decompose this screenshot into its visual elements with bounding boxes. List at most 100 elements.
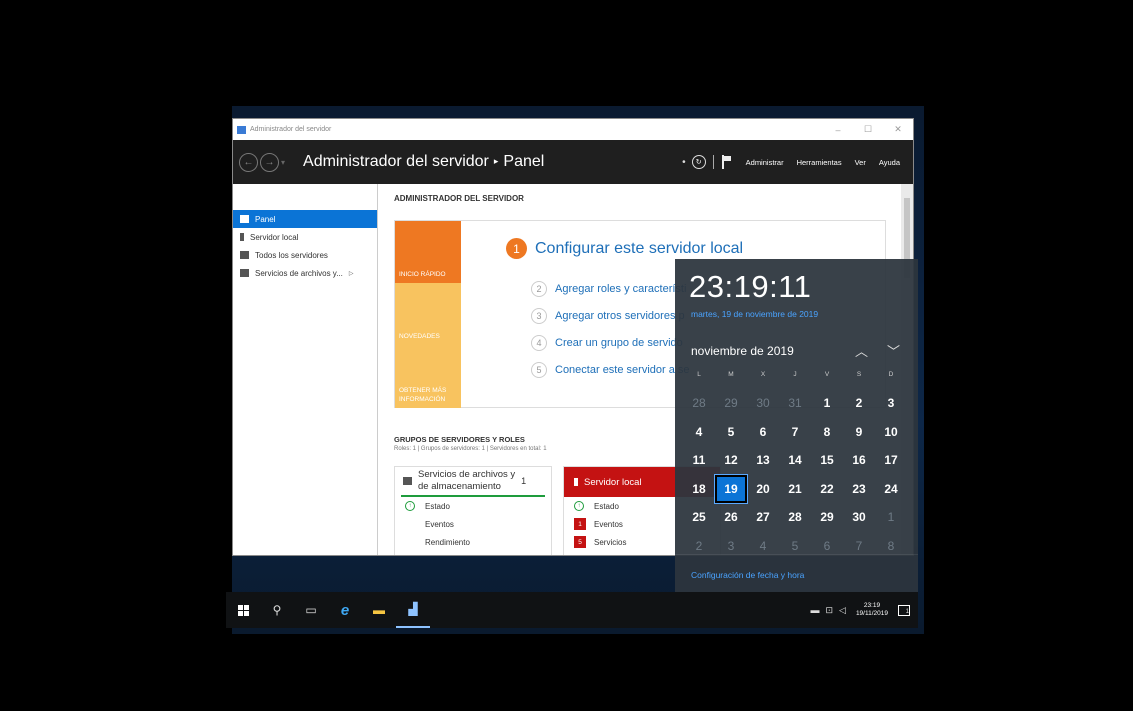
calendar-day[interactable]: 3 bbox=[715, 532, 747, 560]
calendar-day[interactable]: 2 bbox=[683, 532, 715, 560]
action-center-icon[interactable]: 1 bbox=[898, 604, 910, 616]
calendar-month-label[interactable]: noviembre de 2019 bbox=[691, 344, 794, 358]
flyout-long-date[interactable]: martes, 19 de noviembre de 2019 bbox=[691, 309, 818, 319]
calendar-day[interactable]: 29 bbox=[715, 389, 747, 417]
calendar-day[interactable]: 6 bbox=[747, 418, 779, 446]
calendar-day[interactable]: 11 bbox=[683, 446, 715, 474]
file-explorer-button[interactable]: ▬ bbox=[362, 592, 396, 628]
forward-button[interactable]: → bbox=[260, 152, 279, 172]
step-add-servers[interactable]: 3 Agregar otros servidores p bbox=[531, 308, 685, 324]
calendar-day[interactable]: 8 bbox=[875, 532, 907, 560]
tab-quick-start[interactable]: INICIO RÁPIDO bbox=[395, 221, 461, 283]
calendar-day[interactable]: 19 bbox=[714, 473, 748, 504]
sidebar-item-panel[interactable]: Panel bbox=[233, 210, 377, 228]
internet-explorer-button[interactable]: e bbox=[328, 592, 362, 628]
calendar-day[interactable]: 5 bbox=[779, 532, 811, 560]
sidebar: Panel Servidor local Todos los servidore… bbox=[233, 184, 378, 555]
start-button[interactable] bbox=[226, 592, 260, 628]
calendar-day[interactable]: 21 bbox=[779, 475, 811, 503]
network-icon[interactable]: ⊡ bbox=[825, 605, 833, 616]
sidebar-item-all-servers[interactable]: Todos los servidores bbox=[233, 246, 377, 264]
weekday-label: J bbox=[793, 371, 797, 378]
calendar-day[interactable]: 24 bbox=[875, 475, 907, 503]
calendar-day[interactable]: 22 bbox=[811, 475, 843, 503]
card-row-events[interactable]: Eventos bbox=[395, 515, 551, 533]
next-month-button[interactable]: ﹀ bbox=[887, 341, 900, 360]
minimize-button[interactable]: – bbox=[823, 125, 853, 135]
sidebar-item-local-server[interactable]: Servidor local bbox=[233, 228, 377, 246]
calendar-day[interactable]: 7 bbox=[779, 418, 811, 446]
calendar-day[interactable]: 10 bbox=[875, 418, 907, 446]
calendar-day[interactable]: 29 bbox=[811, 503, 843, 531]
calendar-day[interactable]: 6 bbox=[811, 532, 843, 560]
menu-ayuda[interactable]: Ayuda bbox=[879, 158, 900, 167]
step-number: 2 bbox=[531, 281, 547, 297]
refresh-button[interactable]: ↻ bbox=[691, 155, 706, 169]
calendar-day[interactable]: 30 bbox=[843, 503, 875, 531]
task-view-button[interactable]: ▭ bbox=[294, 592, 328, 628]
calendar-day[interactable]: 18 bbox=[683, 475, 715, 503]
breadcrumb-root[interactable]: Administrador del servidor bbox=[303, 153, 489, 170]
calendar-day[interactable]: 17 bbox=[875, 446, 907, 474]
row-label: Estado bbox=[594, 501, 619, 511]
calendar-day[interactable]: 4 bbox=[747, 532, 779, 560]
calendar-day[interactable]: 31 bbox=[779, 389, 811, 417]
back-button[interactable]: ← bbox=[239, 152, 258, 172]
dot-icon: • bbox=[682, 156, 686, 168]
app-icon bbox=[237, 125, 246, 134]
calendar-day[interactable]: 1 bbox=[875, 503, 907, 531]
calendar-day[interactable]: 4 bbox=[683, 418, 715, 446]
calendar-day[interactable]: 16 bbox=[843, 446, 875, 474]
notifications-flag-icon[interactable] bbox=[721, 155, 732, 169]
calendar-day[interactable]: 9 bbox=[843, 418, 875, 446]
tab-learn-more[interactable]: OBTENER MÁS INFORMACIÓN bbox=[395, 345, 461, 408]
calendar-day[interactable]: 8 bbox=[811, 418, 843, 446]
calendar-day[interactable]: 2 bbox=[843, 389, 875, 417]
breadcrumb: Administrador del servidor ▸ Panel bbox=[303, 153, 682, 171]
step-connect-cloud[interactable]: 5 Conectar este servidor a se bbox=[531, 362, 690, 378]
close-button[interactable]: ✕ bbox=[883, 124, 913, 135]
keyboard-icon[interactable]: ▬ bbox=[810, 605, 819, 615]
calendar-day[interactable]: 27 bbox=[747, 503, 779, 531]
role-card-file-services[interactable]: Servicios de archivos y de almacenamient… bbox=[394, 466, 552, 555]
card-title-line1: Servicios de archivos y bbox=[418, 468, 516, 480]
task-view-icon: ▭ bbox=[305, 603, 317, 617]
calendar-day[interactable]: 28 bbox=[683, 389, 715, 417]
tray-clock[interactable]: 23:19 19/11/2019 bbox=[856, 602, 888, 619]
menu-ver[interactable]: Ver bbox=[855, 158, 866, 167]
configure-local-server-link[interactable]: 1 Configurar este servidor local bbox=[506, 238, 743, 259]
calendar-day[interactable]: 28 bbox=[779, 503, 811, 531]
date-time-settings-link[interactable]: Configuración de fecha y hora bbox=[691, 570, 804, 580]
calendar-day[interactable]: 14 bbox=[779, 446, 811, 474]
calendar-day[interactable]: 1 bbox=[811, 389, 843, 417]
history-dropdown-icon[interactable]: ▾ bbox=[281, 158, 285, 167]
calendar-day[interactable]: 5 bbox=[715, 418, 747, 446]
calendar-day[interactable]: 7 bbox=[843, 532, 875, 560]
card-row-status[interactable]: ↑ Estado bbox=[395, 497, 551, 515]
sidebar-item-label: Servicios de archivos y... bbox=[255, 268, 343, 278]
tab-whats-new[interactable]: NOVEDADES bbox=[395, 283, 461, 345]
server-manager-icon: ▟ bbox=[408, 602, 418, 616]
calendar-day[interactable]: 30 bbox=[747, 389, 779, 417]
expand-arrow-icon[interactable]: ▷ bbox=[349, 270, 354, 277]
step-create-group[interactable]: 4 Crear un grupo de servido bbox=[531, 335, 683, 351]
server-manager-taskbar-button[interactable]: ▟ bbox=[396, 592, 430, 628]
calendar-day[interactable]: 13 bbox=[747, 446, 779, 474]
menu-herramientas[interactable]: Herramientas bbox=[797, 158, 842, 167]
sidebar-item-file-services[interactable]: Servicios de archivos y... ▷ bbox=[233, 264, 377, 282]
calendar-day[interactable]: 26 bbox=[715, 503, 747, 531]
menu-administrar[interactable]: Administrar bbox=[746, 158, 784, 167]
search-button[interactable]: ⚲ bbox=[260, 592, 294, 628]
calendar-day[interactable]: 25 bbox=[683, 503, 715, 531]
maximize-button[interactable]: ☐ bbox=[853, 124, 883, 135]
calendar-day[interactable]: 12 bbox=[715, 446, 747, 474]
calendar-day[interactable]: 20 bbox=[747, 475, 779, 503]
alert-count-badge: 5 bbox=[574, 536, 586, 548]
card-row-performance[interactable]: Rendimiento bbox=[395, 533, 551, 551]
previous-month-button[interactable]: ︿ bbox=[855, 341, 868, 360]
calendar-day[interactable]: 3 bbox=[875, 389, 907, 417]
step-add-roles[interactable]: 2 Agregar roles y característi bbox=[531, 281, 686, 297]
calendar-day[interactable]: 23 bbox=[843, 475, 875, 503]
calendar-day[interactable]: 15 bbox=[811, 446, 843, 474]
volume-icon[interactable]: ◁ bbox=[839, 605, 846, 616]
